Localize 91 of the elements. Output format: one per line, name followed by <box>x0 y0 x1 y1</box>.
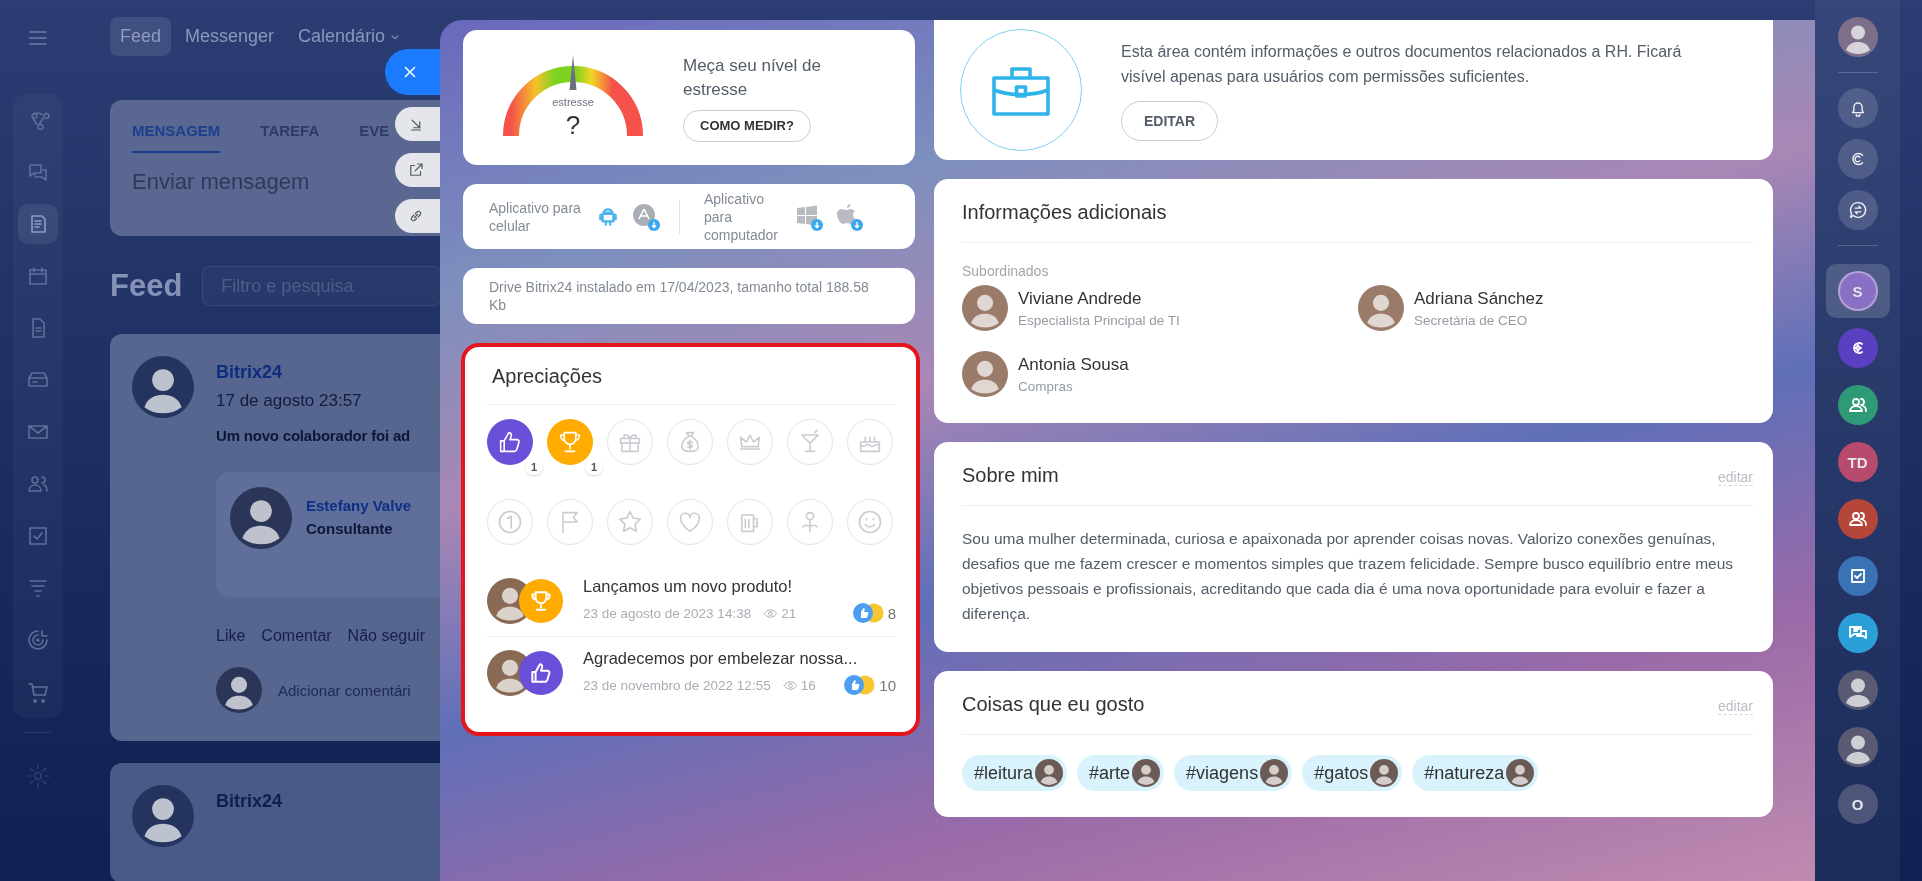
employee-name[interactable]: Estefany Valve <box>306 497 412 514</box>
chat-initials: S <box>1837 271 1878 311</box>
tag-avatar <box>1035 759 1064 787</box>
post-author[interactable]: Bitrix24 <box>216 791 283 812</box>
tag-avatar <box>1132 759 1161 787</box>
gauge-value: ? <box>565 109 581 140</box>
reactions-icon <box>851 602 886 624</box>
stress-title: Meça seu nível de estresse <box>683 54 822 101</box>
contact-avatar <box>1837 670 1878 710</box>
tag-avatar <box>1506 759 1535 787</box>
person-name[interactable]: Antonia Sousa <box>1018 354 1129 375</box>
person-role: Secretária de CEO <box>1414 312 1529 328</box>
smiley-icon <box>856 508 884 536</box>
interest-tag[interactable]: #viagens <box>1174 755 1293 791</box>
tag-avatar <box>1370 759 1399 787</box>
chat-initials: O <box>1837 784 1878 824</box>
open-new-window-button[interactable] <box>395 153 440 187</box>
reaction-count: 8 <box>887 604 896 622</box>
appreciation-post-title[interactable]: Agradecemos por embelezar nossa... <box>583 649 896 668</box>
post-author[interactable]: Bitrix24 <box>216 362 283 383</box>
appreciation-badge[interactable] <box>487 419 533 465</box>
user-avatar <box>1837 17 1878 57</box>
about-text: Sou uma mulher determinada, curiosa e apaixonada por aprender coisas novas. Valorizo conexões genuínas, desafios que me fazem crescer e momentos simples que trazem felicidade. Sempre busco equilíbrio entre meus objetivos pessoais e profissionais, acreditando que cada dia é uma nova oportunidade para evoluir e fazer a diferença. <box>962 529 1735 624</box>
section-title: Coisas que eu gosto <box>962 693 1145 716</box>
number-one-icon <box>496 508 524 536</box>
section-title: Informações adicionais <box>962 201 1168 224</box>
interest-tag[interactable]: #leitura <box>962 755 1068 791</box>
hr-description: Esta área contém informações e outros documentos relacionados a RH. Ficará visível apenas para usuários com permissões suficientes. <box>1121 42 1683 87</box>
interest-tag[interactable]: #natureza <box>1412 755 1539 791</box>
edit-link[interactable]: editar <box>1717 469 1753 486</box>
sync-chat-button[interactable] <box>1837 190 1878 230</box>
notifications-button[interactable] <box>1837 88 1878 128</box>
target-icon <box>25 628 50 652</box>
nav-tab[interactable]: Messenger <box>175 17 285 56</box>
minimize-button[interactable] <box>395 107 440 141</box>
person-name[interactable]: Viviane Andrede <box>1018 288 1180 309</box>
gauge-label: estresse <box>552 95 594 108</box>
feed-title: Feed <box>110 268 183 304</box>
edit-link[interactable]: editar <box>1717 698 1753 715</box>
mobile-app-label: Aplicativo para celular <box>489 198 582 235</box>
photo-placeholder <box>216 667 262 713</box>
post-action-link[interactable]: Comentar <box>261 627 332 645</box>
person-avatar <box>1358 285 1404 331</box>
apple-download-icon[interactable] <box>834 201 864 232</box>
app-store-download-icon[interactable] <box>631 201 661 232</box>
person-name[interactable]: Adriana Sánchez <box>1414 288 1544 309</box>
tag-avatar <box>1260 759 1289 787</box>
settings-icon <box>24 763 51 789</box>
post-action-link[interactable]: Like <box>216 627 246 645</box>
reaction-count: 10 <box>879 676 896 694</box>
author-avatar <box>132 785 194 847</box>
comment-input[interactable]: Adicionar comentári <box>278 681 428 699</box>
employee-role: Consultante <box>306 520 393 537</box>
section-title: Sobre mim <box>962 464 1059 487</box>
interest-tag[interactable]: #arte <box>1077 755 1165 791</box>
post-time: 17 de agosto 23:57 <box>216 391 362 411</box>
nav-tab[interactable]: Calendário <box>288 17 413 56</box>
person-role: Especialista Principal de TI <box>1018 312 1180 328</box>
edit-button[interactable]: EDITAR <box>1121 101 1219 141</box>
view-count: 16 <box>800 677 816 693</box>
drive-info: Drive Bitrix24 instalado em 17/04/2023, tamanho total 188.58 Kb <box>463 268 915 324</box>
person-avatar <box>962 285 1008 331</box>
interest-tag[interactable]: #gatos <box>1302 755 1403 791</box>
copy-link-button[interactable] <box>395 199 440 233</box>
chat-item[interactable]: S <box>1825 264 1890 318</box>
chat-item[interactable]: TD <box>1825 435 1890 489</box>
chat-item[interactable]: O <box>1825 777 1890 831</box>
cart-icon <box>25 680 50 704</box>
badge-count: 1 <box>584 459 603 475</box>
desktop-app-label: Aplicativo para computador <box>704 189 779 244</box>
contact-avatar <box>1837 727 1878 767</box>
appreciations-title: Apreciações <box>491 365 604 388</box>
view-count: 21 <box>781 605 797 621</box>
close-button[interactable] <box>385 49 440 95</box>
copilot-button[interactable] <box>1837 139 1878 179</box>
post-date: 23 de novembro de 2022 12:55 <box>583 677 771 693</box>
external-link-icon <box>407 161 425 179</box>
post-action-link[interactable]: Não seguir <box>347 627 425 645</box>
chat-initials: TD <box>1837 442 1878 482</box>
photo-placeholder <box>230 487 292 549</box>
post-date: 23 de agosto de 2023 14:38 <box>583 605 752 621</box>
how-to-measure-button[interactable]: COMO MEDIR? <box>683 109 811 142</box>
nav-tab[interactable]: Feed <box>110 17 172 56</box>
person-role: Compras <box>1018 378 1074 394</box>
author-avatar <box>132 356 194 418</box>
appreciation-post-title[interactable]: Lançamos um novo produto! <box>583 577 896 596</box>
post-text: Um novo colaborador foi ad <box>216 427 410 444</box>
badge-count: 1 <box>524 459 543 475</box>
person-avatar <box>962 351 1008 397</box>
sidebar-item[interactable] <box>17 204 58 244</box>
subordinates-label: Subordinados <box>962 263 1050 279</box>
